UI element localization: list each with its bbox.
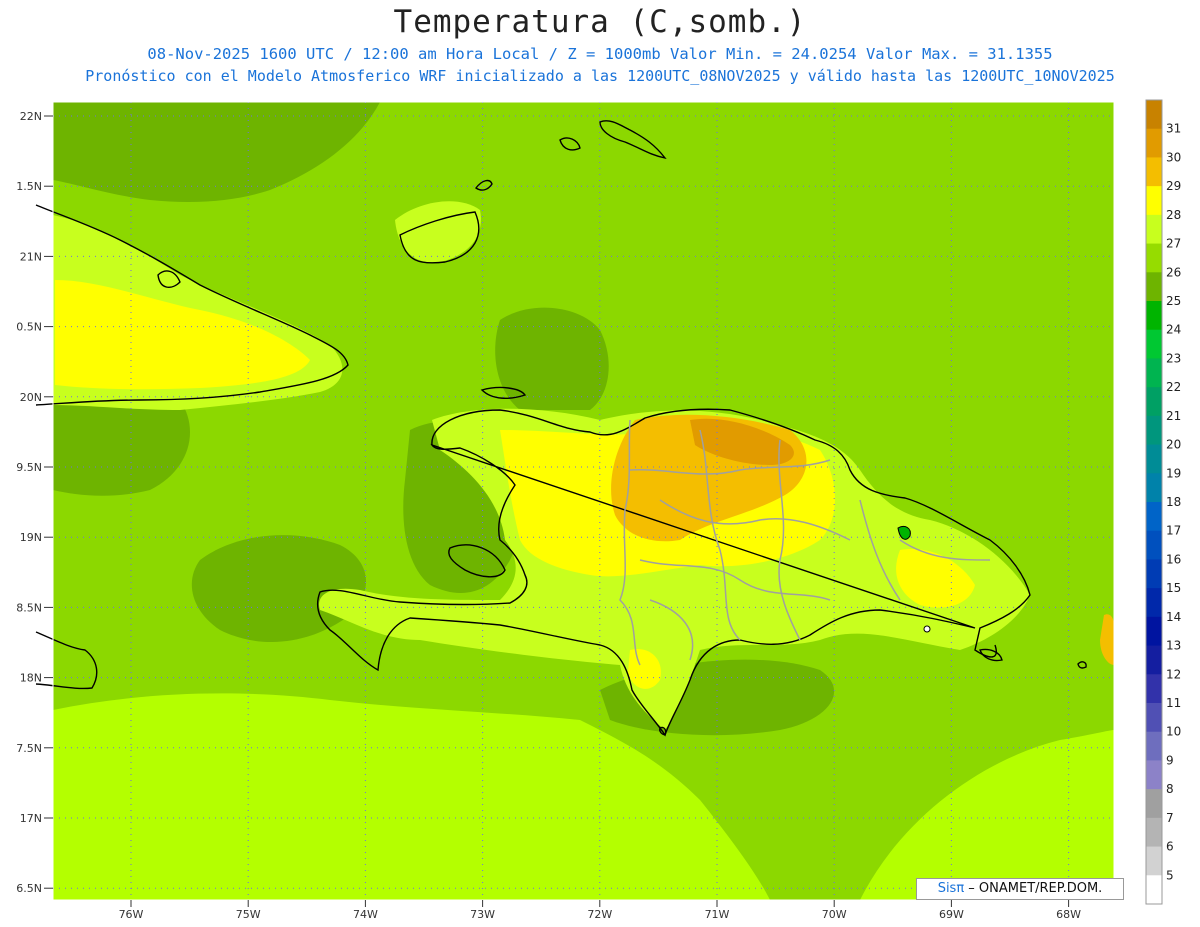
- lat-label: 21N: [20, 250, 42, 263]
- colorbar-swatch: [1146, 588, 1162, 618]
- colorbar-swatch: [1146, 760, 1162, 790]
- colorbar-swatch: [1146, 731, 1162, 761]
- colorbar-swatch: [1146, 243, 1162, 273]
- colorbar-label: 17: [1166, 524, 1181, 538]
- lat-label: 19N: [20, 531, 42, 544]
- credit-box: Sisπ – ONAMET/REP.DOM.: [916, 878, 1124, 900]
- lat-label: 6.5N: [16, 882, 42, 895]
- colorbar-label: 11: [1166, 696, 1181, 710]
- colorbar-swatch: [1146, 674, 1162, 704]
- colorbar-swatch: [1146, 157, 1162, 187]
- colorbar-label: 5: [1166, 868, 1174, 882]
- colorbar-swatch: [1146, 616, 1162, 647]
- temperature-map: 22N 1.5N 21N 0.5N 20N 9.5N 19N 8.5N 18N 7.5N 17N 6.…: [16, 99, 1181, 921]
- colorbar-label: 26: [1166, 265, 1181, 279]
- colorbar-label: 29: [1166, 179, 1181, 193]
- lat-label: 8.5N: [16, 601, 42, 614]
- colorbar-label: 12: [1166, 667, 1181, 681]
- colorbar-label: 21: [1166, 409, 1181, 423]
- colorbar-swatch: [1146, 703, 1162, 733]
- lon-labels: 76W 75W 74W 73W 72W 71W 70W 69W 68W: [119, 900, 1081, 921]
- lat-label: 0.5N: [16, 321, 42, 334]
- colorbar-label: 23: [1166, 351, 1181, 365]
- colorbar: 31 30 29 28 27 26 25 24 23 22 21 20 19 18 17 16 15 14 13 12…: [1145, 99, 1181, 905]
- lat-label: 17N: [20, 812, 42, 825]
- credit-sis: Sisπ: [937, 881, 965, 896]
- colorbar-label: 22: [1166, 380, 1181, 394]
- lon-label: 69W: [939, 908, 964, 921]
- lat-label: 20N: [20, 391, 42, 404]
- colorbar-label: 10: [1166, 725, 1181, 739]
- colorbar-label: 6: [1166, 840, 1174, 854]
- colorbar-label: 9: [1166, 753, 1174, 767]
- colorbar-swatch: [1146, 415, 1162, 446]
- lon-label: 68W: [1056, 908, 1081, 921]
- colorbar-swatch: [1146, 358, 1162, 388]
- colorbar-label: 31: [1166, 122, 1181, 136]
- colorbar-label: 16: [1166, 552, 1181, 566]
- colorbar-swatch: [1146, 301, 1162, 331]
- colorbar-swatch: [1146, 214, 1162, 245]
- colorbar-label: 15: [1166, 581, 1181, 595]
- colorbar-label: 24: [1166, 323, 1181, 337]
- colorbar-swatch: [1146, 387, 1162, 417]
- colorbar-label: 20: [1166, 438, 1181, 452]
- lat-label: 1.5N: [16, 180, 42, 193]
- lat-labels: 22N 1.5N 21N 0.5N 20N 9.5N 19N 8.5N 18N 7.5N 17N 6.…: [16, 110, 53, 895]
- map-frame: [53, 102, 1114, 900]
- colorbar-swatch: [1146, 100, 1162, 130]
- colorbar-swatch: [1146, 846, 1162, 876]
- colorbar-label: 28: [1166, 208, 1181, 222]
- colorbar-swatch: [1146, 272, 1162, 302]
- colorbar-swatch: [1146, 473, 1162, 503]
- colorbar-swatch: [1146, 444, 1162, 474]
- colorbar-label: 14: [1166, 610, 1181, 624]
- colorbar-label: 25: [1166, 294, 1181, 308]
- colorbar-swatch: [1146, 186, 1162, 216]
- lon-label: 71W: [705, 908, 730, 921]
- lat-label: 7.5N: [16, 742, 42, 755]
- colorbar-swatch: [1146, 530, 1162, 560]
- credit-text: – ONAMET/REP.DOM.: [964, 881, 1103, 896]
- colorbar-label: 8: [1166, 782, 1174, 796]
- lat-label: 22N: [20, 110, 42, 123]
- colorbar-swatch: [1146, 559, 1162, 589]
- lon-label: 74W: [353, 908, 378, 921]
- colorbar-label: 13: [1166, 639, 1181, 653]
- lon-label: 76W: [119, 908, 144, 921]
- colorbar-swatch: [1146, 502, 1162, 532]
- lat-label: 9.5N: [16, 461, 42, 474]
- lon-label: 75W: [236, 908, 261, 921]
- colorbar-label: 18: [1166, 495, 1181, 509]
- lat-label: 18N: [20, 672, 42, 685]
- lon-label: 72W: [587, 908, 612, 921]
- colorbar-swatch: [1146, 875, 1162, 905]
- lon-label: 73W: [470, 908, 495, 921]
- lon-label: 70W: [822, 908, 847, 921]
- colorbar-label: 19: [1166, 466, 1181, 480]
- colorbar-swatch: [1146, 789, 1162, 819]
- catalina-island: [923, 625, 931, 633]
- colorbar-swatch: [1146, 329, 1162, 359]
- colorbar-label: 27: [1166, 237, 1181, 251]
- colorbar-swatch: [1146, 817, 1162, 848]
- colorbar-label: 30: [1166, 150, 1181, 164]
- colorbar-swatch: [1146, 128, 1162, 158]
- colorbar-swatch: [1146, 645, 1162, 675]
- colorbar-label: 7: [1166, 811, 1174, 825]
- field-dark-ocean-north: [495, 307, 609, 410]
